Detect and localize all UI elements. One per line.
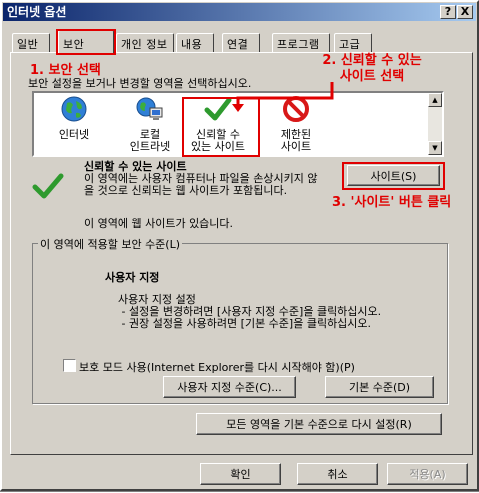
scroll-up-icon[interactable]: ▲ — [428, 93, 442, 107]
zone-local-intranet[interactable]: 로컬 인트라넷 — [118, 95, 182, 153]
tab-security[interactable]: 보안 — [58, 30, 114, 53]
intranet-icon — [136, 97, 163, 120]
zone-local-intranet-label: 로컬 인트라넷 — [129, 128, 171, 153]
tab-advanced[interactable]: 고급 — [334, 33, 372, 52]
tab-connections[interactable]: 연결 — [222, 33, 260, 52]
title-bar: 인터넷 옵션 ? X — [3, 3, 476, 21]
sites-button[interactable]: 사이트(S) — [347, 165, 440, 186]
annotation-step-2: 2. 신뢰할 수 있는 사이트 선택 — [322, 53, 422, 84]
globe-icon — [61, 96, 87, 122]
zone-description: 이 영역에는 사용자 컴퓨터나 파일을 손상시키지 않을 것으로 신뢰되는 웹 … — [84, 172, 318, 197]
tab-privacy[interactable]: 개인 정보 — [116, 33, 174, 52]
tab-programs[interactable]: 프로그램 — [272, 33, 330, 52]
reset-all-zones-button[interactable]: 모든 영역을 기본 수준으로 다시 설정(R) — [196, 413, 442, 435]
tab-content[interactable]: 내용 — [176, 33, 214, 52]
protected-mode-checkbox[interactable] — [63, 359, 76, 372]
zone-trusted-sites-label: 신뢰할 수 있는 사이트 — [190, 128, 246, 153]
trusted-sites-check-icon — [32, 173, 64, 199]
checkmark-icon — [204, 97, 232, 121]
zone-note: 이 영역에 웹 사이트가 있습니다. — [84, 217, 234, 230]
close-button[interactable]: X — [457, 5, 473, 19]
scroll-down-icon[interactable]: ▼ — [428, 141, 442, 155]
zone-list[interactable]: 인터넷 로컬 인트라넷 신뢰할 수 있는 사이트 제한된 사이트 ▲ ▼ — [32, 91, 444, 157]
default-level-button[interactable]: 기본 수준(D) — [325, 376, 434, 398]
ok-button[interactable]: 확인 — [200, 463, 281, 485]
zone-internet-label: 인터넷 — [58, 128, 90, 141]
security-level-description: 사용자 지정 설정 - 설정을 변경하려면 [사용자 지정 수준]을 클릭하십시… — [118, 293, 382, 330]
restricted-icon — [283, 96, 309, 122]
apply-button: 적용(A) — [387, 463, 468, 485]
annotation-step-1: 1. 보안 선택 — [30, 63, 101, 78]
zone-trusted-sites[interactable]: 신뢰할 수 있는 사이트 — [186, 95, 250, 153]
zone-list-scrollbar[interactable]: ▲ ▼ — [428, 93, 442, 155]
window-title: 인터넷 옵션 — [7, 5, 67, 19]
help-button[interactable]: ? — [440, 5, 456, 19]
cancel-button[interactable]: 취소 — [297, 463, 378, 485]
internet-options-dialog: 인터넷 옵션 ? X 일반 보안 개인 정보 내용 연결 프로그램 고급 1. … — [0, 0, 479, 492]
zone-internet[interactable]: 인터넷 — [42, 95, 106, 141]
zone-restricted-sites-label: 제한된 사이트 — [280, 128, 312, 153]
security-level-legend: 이 영역에 적용할 보안 수준(L) — [38, 236, 183, 252]
security-level-title: 사용자 지정 — [105, 271, 160, 284]
annotation-step-3: 3. '사이트' 버튼 클릭 — [332, 195, 452, 210]
zone-restricted-sites[interactable]: 제한된 사이트 — [264, 95, 328, 153]
protected-mode-label[interactable]: 보호 모드 사용(Internet Explorer를 다시 시작해야 함)(P… — [79, 359, 355, 375]
custom-level-button[interactable]: 사용자 지정 수준(C)... — [163, 376, 296, 398]
tab-general[interactable]: 일반 — [12, 33, 50, 52]
